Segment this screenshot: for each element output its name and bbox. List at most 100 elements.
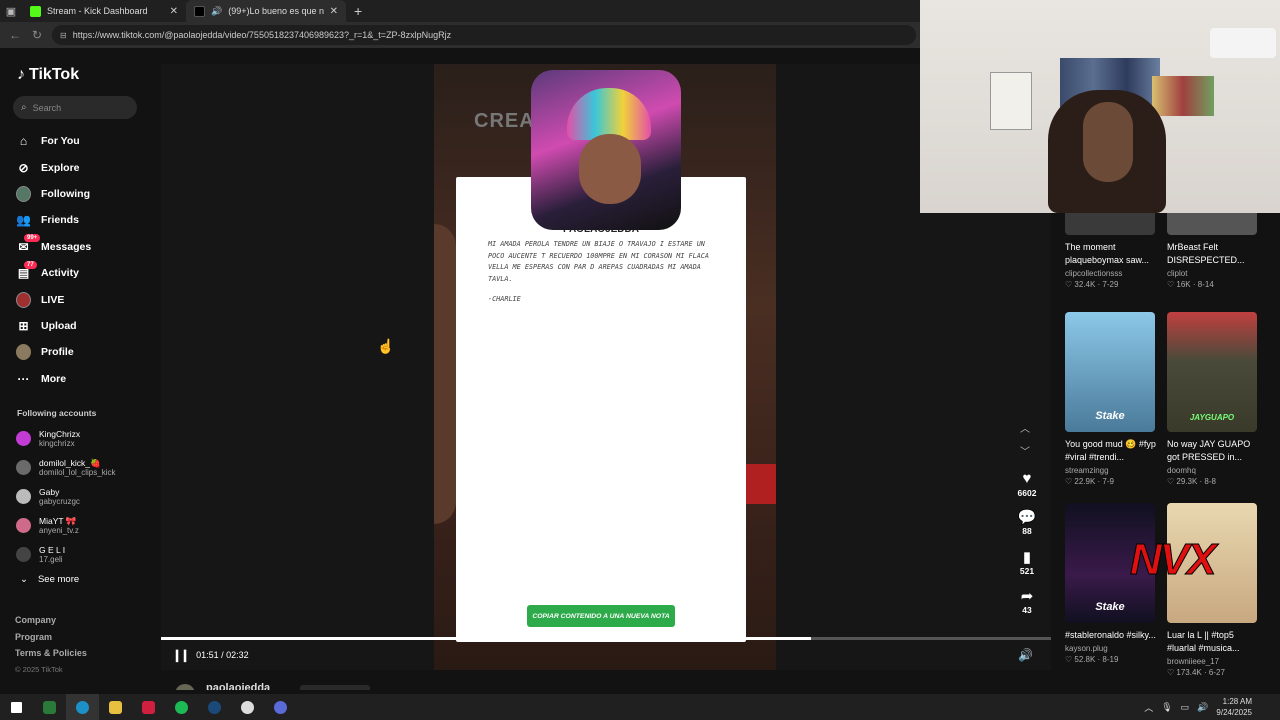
- footer-link-company[interactable]: Company: [15, 612, 87, 629]
- account-handle: anyeni_tv.z: [39, 525, 79, 535]
- app-icon[interactable]: [231, 694, 264, 720]
- see-more-button[interactable]: ⌄ See more: [20, 574, 79, 585]
- account-item[interactable]: KingChrizx kingchrizx: [16, 424, 156, 453]
- account-name: Gaby: [39, 486, 60, 497]
- address-bar: ← ↻ ⊟ https://www.tiktok.com/@paolaojedd…: [0, 22, 920, 48]
- video-user: streamzingg: [1065, 466, 1109, 475]
- chevron-up-icon[interactable]: ︿: [1020, 420, 1030, 435]
- account-item[interactable]: MiaYT 🎀 anyeni_tv.z: [16, 511, 156, 540]
- follow-pill[interactable]: [300, 685, 370, 690]
- nav-more[interactable]: ··· More: [16, 366, 156, 392]
- nav-label: More: [41, 372, 67, 385]
- pause-icon[interactable]: ❙❙: [172, 648, 190, 662]
- back-icon[interactable]: ←: [8, 28, 22, 42]
- video-thumbnail[interactable]: [1167, 213, 1257, 235]
- note-signature: -CHARLIE: [488, 295, 521, 303]
- nav-messages[interactable]: ✉ 99+ Messages: [16, 234, 156, 260]
- share-button[interactable]: ➦ 43: [1012, 587, 1042, 615]
- live-icon: [16, 291, 31, 308]
- messages-badge: 99+: [24, 234, 41, 243]
- steam-icon[interactable]: [198, 694, 231, 720]
- video-time: 01:51 / 02:32: [196, 650, 249, 660]
- author-name[interactable]: paolaojedda: [206, 682, 270, 690]
- volume-icon[interactable]: 🔊: [1197, 702, 1208, 713]
- nav-upload[interactable]: ⊞ Upload: [16, 313, 156, 339]
- avatar[interactable]: [175, 684, 195, 690]
- browser-tab-tiktok[interactable]: 🔊 (99+)Lo bueno es que no ter ✕: [186, 0, 346, 22]
- system-tray: ︿ 🎙 ▭ 🔊 1:28 AM 9/24/2025: [1144, 694, 1252, 720]
- like-count: 173.4K: [1176, 668, 1202, 677]
- window-menu-icon[interactable]: ▣: [0, 0, 22, 22]
- volume-icon[interactable]: 🔊: [1018, 648, 1033, 662]
- obs-icon[interactable]: [264, 694, 297, 720]
- related-video-card[interactable]: JAYGUAPO No way JAY GUAPO got PRESSED in…: [1167, 312, 1259, 486]
- close-tab-icon[interactable]: ✕: [330, 6, 338, 17]
- bookmark-button[interactable]: ▮ 521: [1012, 548, 1042, 576]
- account-name: MiaYT 🎀: [39, 515, 77, 526]
- reload-icon[interactable]: ↻: [30, 28, 44, 42]
- nav-activity[interactable]: ▤ 77 Activity: [16, 260, 156, 286]
- tiktok-note-icon: ♪: [17, 66, 25, 83]
- like-count: 6602: [1017, 488, 1037, 498]
- windows-start-icon[interactable]: [0, 694, 33, 720]
- nav-friends[interactable]: 👥 Friends: [16, 207, 156, 233]
- speaker-icon[interactable]: 🔊: [211, 6, 222, 17]
- nav-label: Explore: [41, 161, 80, 174]
- home-icon: ⌂: [19, 134, 28, 149]
- note-body: MI AMADA PEROLA TENDRE UN BIAJE O TRAVAJ…: [488, 240, 709, 283]
- app-icon[interactable]: [132, 694, 165, 720]
- chevron-down-icon[interactable]: ﹀: [1020, 443, 1030, 458]
- like-count: 32.4K: [1074, 280, 1096, 289]
- video-thumbnail[interactable]: JAYGUAPO: [1167, 312, 1257, 432]
- account-item[interactable]: G E L I 17.geli: [16, 540, 156, 569]
- like-button[interactable]: ♥ 6602: [1012, 470, 1042, 498]
- tiktok-logo[interactable]: ♪ TikTok: [17, 66, 79, 84]
- account-item[interactable]: Gaby gabycruzgc: [16, 482, 156, 511]
- profile-icon: [16, 344, 31, 361]
- close-tab-icon[interactable]: ✕: [170, 6, 178, 17]
- activity-badge: 77: [24, 260, 37, 269]
- file-explorer-icon[interactable]: [99, 694, 132, 720]
- video-thumbnail[interactable]: [1065, 213, 1155, 235]
- avatar: [16, 460, 31, 475]
- chevron-up-icon[interactable]: ︿: [1144, 701, 1153, 714]
- nav-explore[interactable]: ⊘ Explore: [16, 154, 156, 180]
- video-user: kayson.plug: [1065, 644, 1108, 653]
- footer-link-program[interactable]: Program: [15, 629, 87, 646]
- face-shape: [579, 134, 641, 204]
- clock[interactable]: 1:28 AM 9/24/2025: [1216, 696, 1252, 718]
- nav-for-you[interactable]: ⌂ For You: [16, 128, 156, 154]
- footer-link-terms[interactable]: Terms & Policies: [15, 645, 87, 662]
- nav-profile[interactable]: Profile: [16, 339, 156, 365]
- video-progress-bar[interactable]: [161, 637, 1051, 640]
- comment-button[interactable]: 💬 88: [1012, 508, 1042, 536]
- sidebar: ♪ TikTok ⌕ Search ⌂ For You ⊘ Explore Foll…: [0, 48, 161, 690]
- bookmark-icon: ▮: [1022, 549, 1032, 566]
- microphone-icon[interactable]: 🎙: [1161, 702, 1172, 713]
- activity-icon: ▤ 77: [16, 260, 37, 281]
- site-info-icon[interactable]: ⊟: [60, 31, 67, 40]
- thumbnail-overlay-text: JAYGUAPO: [1189, 413, 1235, 422]
- related-video-card[interactable]: Luar la L || #top5 #luarlal #musica... b…: [1167, 503, 1259, 677]
- related-video-card[interactable]: MrBeast Felt DISRESPECTED... cliplot ♡ 1…: [1167, 213, 1259, 289]
- network-icon[interactable]: ▭: [1181, 702, 1190, 713]
- nav-live[interactable]: LIVE: [16, 286, 156, 312]
- app-icon[interactable]: [33, 694, 66, 720]
- account-handle: domilol_lol_clips_kick: [39, 467, 116, 477]
- search-input[interactable]: ⌕ Search: [13, 96, 137, 119]
- url-field[interactable]: ⊟ https://www.tiktok.com/@paolaojedda/vi…: [52, 25, 916, 45]
- related-video-card[interactable]: Stake You good mud 🥴 #fyp #viral #trendi…: [1065, 312, 1157, 486]
- video-meta: ♡ 52.8K · 8-19: [1065, 655, 1119, 664]
- browser-tab-kick[interactable]: Stream - Kick Dashboard ✕: [22, 0, 186, 22]
- url-text: https://www.tiktok.com/@paolaojedda/vide…: [72, 30, 452, 40]
- video-title: Luar la L || #top5 #luarlal #musica...: [1167, 630, 1240, 653]
- new-tab-icon[interactable]: +: [346, 3, 370, 19]
- nav-following[interactable]: Following: [16, 181, 156, 207]
- video-thumbnail[interactable]: Stake: [1065, 312, 1155, 432]
- related-video-card[interactable]: The moment plaqueboymax saw... clipcolle…: [1065, 213, 1157, 289]
- edge-browser-icon[interactable]: [66, 694, 99, 720]
- avatar: [16, 431, 31, 446]
- account-item[interactable]: domilol_kick_🍓 domilol_lol_clips_kick: [16, 453, 156, 482]
- post-date: 8-8: [1204, 477, 1216, 486]
- spotify-icon[interactable]: [165, 694, 198, 720]
